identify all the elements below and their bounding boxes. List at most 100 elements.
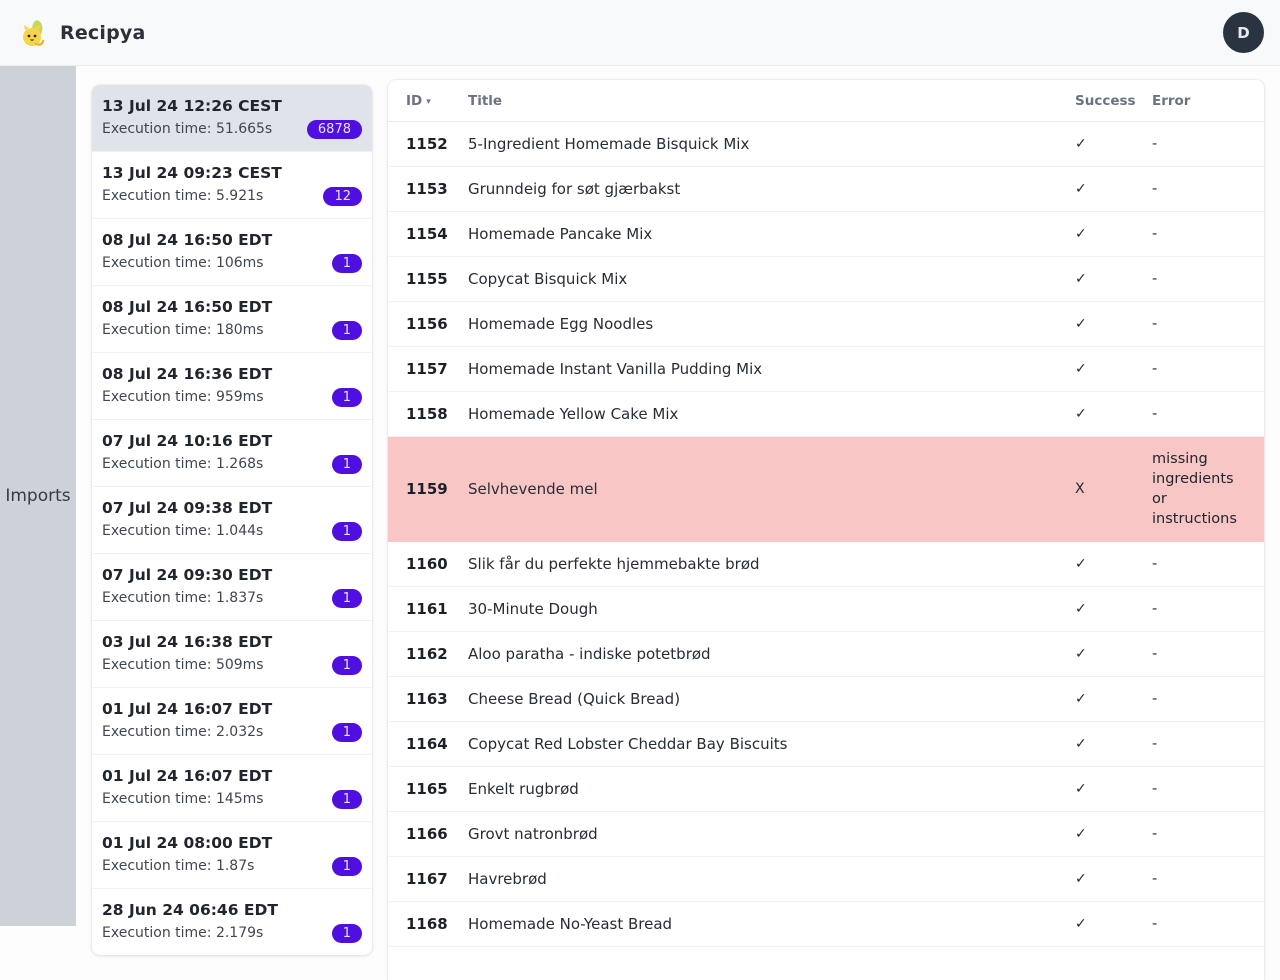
row-id: 1163 — [406, 690, 468, 708]
row-success-mark: ✓ — [1067, 316, 1152, 332]
row-error: - — [1152, 632, 1264, 676]
import-execution-time: Execution time: 1.837s — [102, 588, 358, 608]
import-list-item[interactable]: 08 Jul 24 16:50 EDT Execution time: 180m… — [92, 285, 372, 352]
import-count-badge: 1 — [332, 589, 362, 608]
row-success-mark: ✓ — [1067, 871, 1152, 887]
table-row[interactable]: 1166 Grovt natronbrød ✓ - — [388, 812, 1264, 857]
row-id: 1168 — [406, 915, 468, 933]
row-error: - — [1152, 122, 1264, 166]
table-row[interactable]: 1164 Copycat Red Lobster Cheddar Bay Bis… — [388, 722, 1264, 767]
row-title: Homemade Instant Vanilla Pudding Mix — [468, 360, 1067, 378]
row-error: - — [1152, 212, 1264, 256]
table-row[interactable]: 1156 Homemade Egg Noodles ✓ - — [388, 302, 1264, 347]
row-id: 1161 — [406, 600, 468, 618]
row-id: 1152 — [406, 135, 468, 153]
import-list-item[interactable]: 08 Jul 24 16:50 EDT Execution time: 106m… — [92, 218, 372, 285]
table-row[interactable]: 1153 Grunndeig for søt gjærbakst ✓ - — [388, 167, 1264, 212]
table-row[interactable]: 1163 Cheese Bread (Quick Bread) ✓ - — [388, 677, 1264, 722]
import-execution-time: Execution time: 180ms — [102, 320, 358, 340]
table-row[interactable]: 1158 Homemade Yellow Cake Mix ✓ - — [388, 392, 1264, 437]
table-row[interactable]: 1159 Selvhevende mel X missing ingredien… — [388, 437, 1264, 542]
row-error: - — [1152, 257, 1264, 301]
row-id: 1164 — [406, 735, 468, 753]
table-row[interactable]: 1152 5-Ingredient Homemade Bisquick Mix … — [388, 122, 1264, 167]
import-list-item[interactable]: 08 Jul 24 16:36 EDT Execution time: 959m… — [92, 352, 372, 419]
import-count-badge: 1 — [332, 723, 362, 742]
import-execution-time: Execution time: 509ms — [102, 655, 358, 675]
import-date: 07 Jul 24 09:30 EDT — [102, 564, 358, 586]
column-header-success[interactable]: Success — [1067, 93, 1152, 109]
table-row[interactable]: 1157 Homemade Instant Vanilla Pudding Mi… — [388, 347, 1264, 392]
app-logo-icon[interactable] — [18, 17, 50, 49]
row-title: Homemade No-Yeast Bread — [468, 915, 1067, 933]
import-list-item[interactable]: 01 Jul 24 16:07 EDT Execution time: 2.03… — [92, 687, 372, 754]
table-row[interactable]: 1167 Havrebrød ✓ - — [388, 857, 1264, 902]
import-list-item[interactable]: 01 Jul 24 16:07 EDT Execution time: 145m… — [92, 754, 372, 821]
sort-caret-icon: ▾ — [426, 97, 431, 107]
import-date: 08 Jul 24 16:50 EDT — [102, 296, 358, 318]
row-id: 1154 — [406, 225, 468, 243]
row-success-mark: ✓ — [1067, 601, 1152, 617]
row-id: 1160 — [406, 555, 468, 573]
import-date: 08 Jul 24 16:36 EDT — [102, 363, 358, 385]
row-id: 1155 — [406, 270, 468, 288]
row-title: Selvhevende mel — [468, 480, 1067, 498]
row-error: - — [1152, 542, 1264, 586]
import-list-item[interactable]: 13 Jul 24 09:23 CEST Execution time: 5.9… — [92, 151, 372, 218]
row-error: - — [1152, 812, 1264, 856]
import-execution-time: Execution time: 5.921s — [102, 186, 358, 206]
row-title: Slik får du perfekte hjemmebakte brød — [468, 555, 1067, 573]
row-success-mark: ✓ — [1067, 136, 1152, 152]
import-list-item[interactable]: 28 Jun 24 06:46 EDT Execution time: 2.17… — [92, 888, 372, 955]
import-date: 03 Jul 24 16:38 EDT — [102, 631, 358, 653]
row-id: 1156 — [406, 315, 468, 333]
table-row[interactable]: 1165 Enkelt rugbrød ✓ - — [388, 767, 1264, 812]
app-title: Recipya — [60, 22, 146, 44]
row-success-mark: ✓ — [1067, 181, 1152, 197]
import-list-item[interactable]: 07 Jul 24 09:30 EDT Execution time: 1.83… — [92, 553, 372, 620]
row-title: 5-Ingredient Homemade Bisquick Mix — [468, 135, 1067, 153]
row-error: - — [1152, 767, 1264, 811]
import-list-item[interactable]: 03 Jul 24 16:38 EDT Execution time: 509m… — [92, 620, 372, 687]
row-error: - — [1152, 302, 1264, 346]
table-row[interactable]: 1160 Slik får du perfekte hjemmebakte br… — [388, 542, 1264, 587]
row-title: Homemade Egg Noodles — [468, 315, 1067, 333]
row-error: - — [1152, 857, 1264, 901]
import-list-item[interactable]: 01 Jul 24 08:00 EDT Execution time: 1.87… — [92, 821, 372, 888]
import-list-item[interactable]: 07 Jul 24 09:38 EDT Execution time: 1.04… — [92, 486, 372, 553]
import-list-item[interactable]: 13 Jul 24 12:26 CEST Execution time: 51.… — [92, 85, 372, 151]
row-id: 1165 — [406, 780, 468, 798]
table-row[interactable]: 1168 Homemade No-Yeast Bread ✓ - — [388, 902, 1264, 947]
row-title: Cheese Bread (Quick Bread) — [468, 690, 1067, 708]
table-row[interactable]: 1155 Copycat Bisquick Mix ✓ - — [388, 257, 1264, 302]
column-header-title[interactable]: Title — [468, 93, 1067, 109]
row-id: 1158 — [406, 405, 468, 423]
row-success-mark: ✓ — [1067, 691, 1152, 707]
import-date: 07 Jul 24 09:38 EDT — [102, 497, 358, 519]
row-error: - — [1152, 392, 1264, 436]
table-row[interactable]: 1161 30-Minute Dough ✓ - — [388, 587, 1264, 632]
row-title: Grunndeig for søt gjærbakst — [468, 180, 1067, 198]
imports-list: 13 Jul 24 12:26 CEST Execution time: 51.… — [92, 85, 372, 955]
import-list-item[interactable]: 07 Jul 24 10:16 EDT Execution time: 1.26… — [92, 419, 372, 486]
row-id: 1167 — [406, 870, 468, 888]
row-id: 1162 — [406, 645, 468, 663]
row-success-mark: ✓ — [1067, 916, 1152, 932]
row-error: - — [1152, 722, 1264, 766]
import-date: 01 Jul 24 16:07 EDT — [102, 765, 358, 787]
row-title: Aloo paratha - indiske potetbrød — [468, 645, 1067, 663]
column-header-error[interactable]: Error — [1152, 93, 1264, 109]
import-count-badge: 1 — [332, 857, 362, 876]
table-row[interactable]: 1162 Aloo paratha - indiske potetbrød ✓ … — [388, 632, 1264, 677]
sidebar-item-imports[interactable]: Imports — [5, 486, 70, 926]
user-avatar[interactable]: D — [1223, 12, 1264, 53]
row-success-mark: ✓ — [1067, 406, 1152, 422]
row-title: Homemade Yellow Cake Mix — [468, 405, 1067, 423]
import-count-badge: 1 — [332, 522, 362, 541]
row-success-mark: ✓ — [1067, 781, 1152, 797]
row-error: - — [1152, 167, 1264, 211]
row-success-mark: ✓ — [1067, 826, 1152, 842]
import-count-badge: 1 — [332, 790, 362, 809]
table-row[interactable]: 1154 Homemade Pancake Mix ✓ - — [388, 212, 1264, 257]
column-header-id[interactable]: ID▾ — [406, 93, 468, 109]
